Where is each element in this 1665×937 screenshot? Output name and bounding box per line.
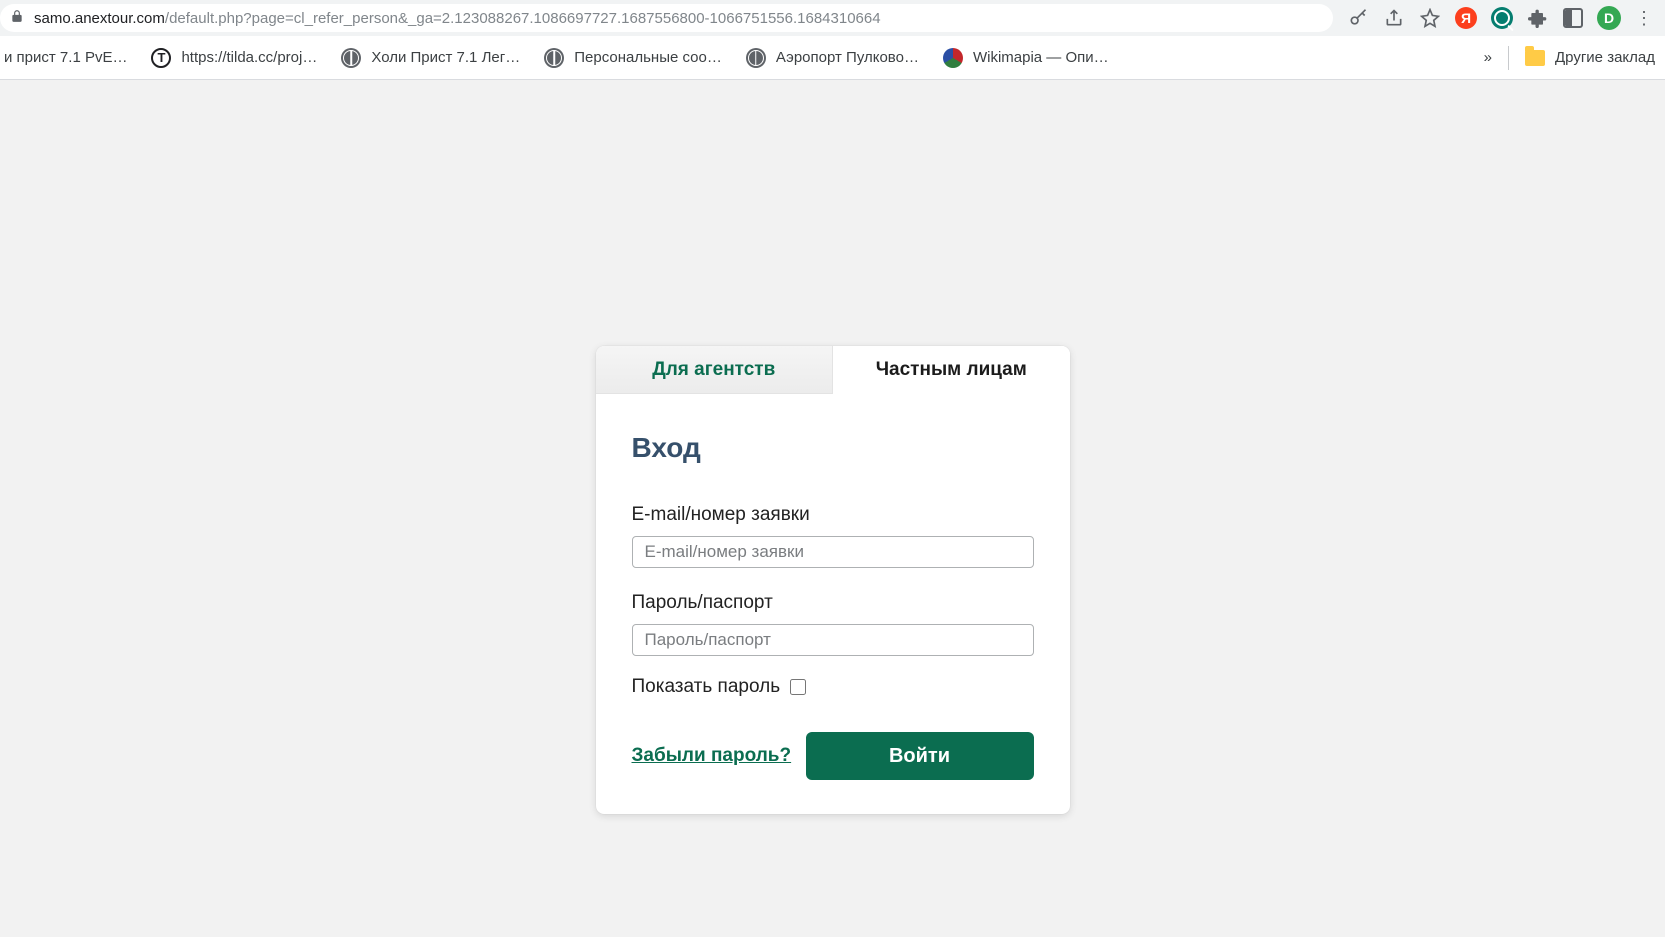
- bookmark-label: Wikimapia — Опи…: [973, 49, 1109, 66]
- login-title: Вход: [632, 432, 1034, 464]
- email-label: E-mail/номер заявки: [632, 504, 1034, 526]
- other-bookmarks[interactable]: Другие заклад: [1525, 49, 1655, 66]
- bookmark-item[interactable]: Холи Прист 7.1 Лег…: [341, 48, 520, 68]
- browser-toolbar: samo.anextour.com/default.php?page=cl_re…: [0, 0, 1665, 36]
- bookmarks-bar: и прист 7.1 PvE… T https://tilda.cc/proj…: [0, 36, 1665, 80]
- url-host: samo.anextour.com: [34, 10, 165, 27]
- folder-icon: [1525, 50, 1545, 66]
- submit-button[interactable]: Войти: [806, 732, 1034, 780]
- login-tabs: Для агентств Частным лицам: [596, 346, 1070, 394]
- password-label: Пароль/паспорт: [632, 592, 1034, 614]
- show-password-label: Показать пароль: [632, 676, 781, 698]
- globe-icon: [746, 48, 766, 68]
- bookmark-item[interactable]: T https://tilda.cc/proj…: [151, 48, 317, 68]
- bookmark-label: и прист 7.1 PvE…: [4, 49, 127, 66]
- lock-icon: [10, 9, 24, 27]
- tab-private[interactable]: Частным лицам: [833, 346, 1070, 394]
- bookmark-item[interactable]: и прист 7.1 PvE…: [4, 49, 127, 66]
- divider: [1508, 46, 1509, 70]
- kebab-menu-icon[interactable]: ⋮: [1635, 9, 1653, 27]
- sidepanel-icon[interactable]: [1563, 8, 1583, 28]
- bookmark-item[interactable]: Аэропорт Пулково…: [746, 48, 919, 68]
- bookmark-label: https://tilda.cc/proj…: [181, 49, 317, 66]
- show-password-checkbox[interactable]: [790, 679, 806, 695]
- page-content: Для агентств Частным лицам Вход E-mail/н…: [0, 80, 1665, 937]
- show-password-row[interactable]: Показать пароль: [632, 676, 1034, 698]
- wikimapia-icon: [943, 48, 963, 68]
- forgot-password-link[interactable]: Забыли пароль?: [632, 745, 792, 767]
- password-input[interactable]: [632, 624, 1034, 656]
- profile-avatar[interactable]: D: [1597, 6, 1621, 30]
- share-icon[interactable]: [1383, 7, 1405, 29]
- other-bookmarks-label: Другие заклад: [1555, 49, 1655, 66]
- yandex-icon[interactable]: Я: [1455, 7, 1477, 29]
- omnibox-actions: Я D ⋮: [1341, 6, 1659, 30]
- tab-agencies[interactable]: Для агентств: [596, 346, 834, 394]
- key-icon[interactable]: [1347, 7, 1369, 29]
- address-bar[interactable]: samo.anextour.com/default.php?page=cl_re…: [0, 4, 1333, 32]
- globe-icon: [341, 48, 361, 68]
- email-input[interactable]: [632, 536, 1034, 568]
- globe-icon: [544, 48, 564, 68]
- tilda-icon: T: [151, 48, 171, 68]
- star-icon[interactable]: [1419, 7, 1441, 29]
- bookmarks-right: » Другие заклад: [1484, 46, 1655, 70]
- bookmark-label: Персональные соо…: [574, 49, 722, 66]
- bookmark-item[interactable]: Wikimapia — Опи…: [943, 48, 1109, 68]
- bookmark-label: Аэропорт Пулково…: [776, 49, 919, 66]
- url-path: /default.php?page=cl_refer_person&_ga=2.…: [165, 10, 881, 27]
- login-actions: Забыли пароль? Войти: [632, 732, 1034, 780]
- bookmark-label: Холи Прист 7.1 Лег…: [371, 49, 520, 66]
- login-card: Для агентств Частным лицам Вход E-mail/н…: [596, 346, 1070, 814]
- extension-search-icon[interactable]: [1491, 7, 1513, 29]
- bookmarks-overflow[interactable]: »: [1484, 49, 1492, 66]
- extensions-icon[interactable]: [1527, 7, 1549, 29]
- login-body: Вход E-mail/номер заявки Пароль/паспорт …: [596, 394, 1070, 814]
- bookmark-item[interactable]: Персональные соо…: [544, 48, 722, 68]
